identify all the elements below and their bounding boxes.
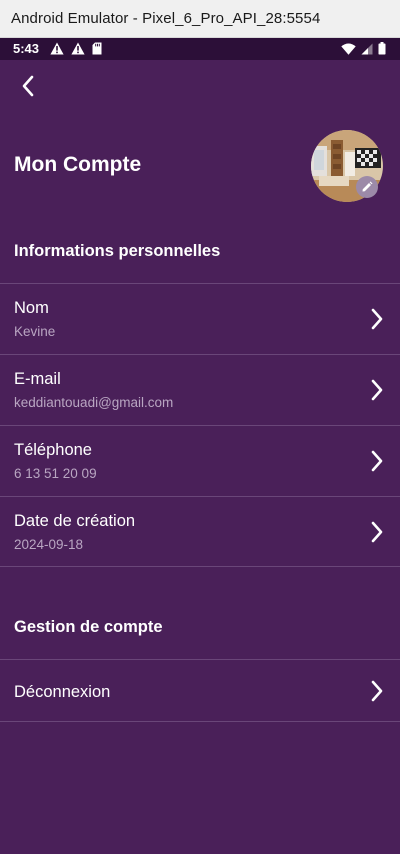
back-button[interactable] [12, 72, 44, 104]
row-creation-date[interactable]: Date de création 2024-09-18 [0, 497, 400, 567]
sd-card-icon [92, 40, 102, 59]
row-value: 2024-09-18 [14, 537, 84, 552]
window-titlebar: Android Emulator - Pixel_6_Pro_API_28:55… [0, 0, 400, 38]
chevron-right-icon [371, 450, 383, 472]
phone-screen: 5:43 Mon Compte Informations personnelle… [0, 38, 400, 854]
row-label: E-mail [14, 370, 61, 388]
divider [0, 566, 400, 567]
chevron-right-icon [371, 308, 383, 330]
row-value: keddiantouadi@gmail.com [14, 395, 174, 410]
chevron-left-icon [21, 75, 35, 101]
emulator-window: Android Emulator - Pixel_6_Pro_API_28:55… [0, 0, 400, 854]
row-phone[interactable]: Téléphone 6 13 51 20 09 [0, 426, 400, 496]
chevron-right-icon [371, 379, 383, 401]
status-notification-icons [50, 42, 102, 56]
section-header-personal-info: Informations personnelles [14, 242, 221, 260]
row-email[interactable]: E-mail keddiantouadi@gmail.com [0, 355, 400, 425]
row-value: 6 13 51 20 09 [14, 466, 97, 481]
row-name[interactable]: Nom Kevine [0, 284, 400, 354]
divider [0, 721, 400, 722]
row-label: Date de création [14, 512, 136, 530]
page-title: Mon Compte [14, 153, 142, 176]
battery-icon [378, 40, 386, 59]
chevron-right-icon [371, 680, 383, 702]
edit-avatar-button[interactable] [356, 176, 378, 198]
pencil-icon [361, 178, 373, 197]
wifi-icon [341, 40, 356, 59]
signal-icon [361, 40, 373, 59]
chevron-right-icon [371, 521, 383, 543]
row-label: Téléphone [14, 441, 92, 459]
window-title: Android Emulator - Pixel_6_Pro_API_28:55… [11, 10, 321, 27]
row-logout[interactable]: Déconnexion [0, 660, 400, 721]
status-system-icons [341, 40, 386, 59]
warning-icon [71, 40, 85, 59]
row-label: Nom [14, 299, 49, 317]
row-value: Kevine [14, 324, 56, 339]
status-time: 5:43 [13, 41, 40, 56]
section-header-account-management: Gestion de compte [14, 618, 163, 636]
status-bar: 5:43 [0, 38, 400, 60]
row-label: Déconnexion [14, 683, 111, 701]
warning-icon [50, 40, 64, 59]
